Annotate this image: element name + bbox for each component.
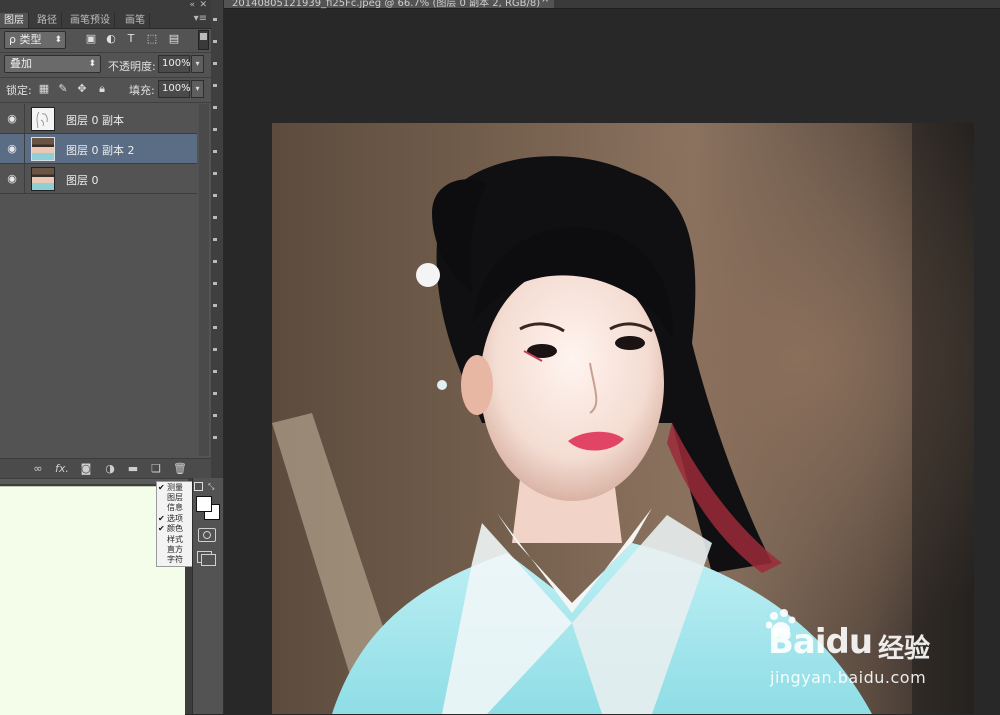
layer-thumbnail <box>31 107 55 131</box>
watermark-url: jingyan.baidu.com <box>770 668 927 687</box>
document-tab-title[interactable]: 20140805121939_fi25Fc.jpeg @ 66.7% (图层 0… <box>232 0 540 9</box>
lock-all-icon[interactable]: 🔒︎ <box>96 83 108 95</box>
menu-item-character[interactable]: 字符 <box>167 554 194 565</box>
paw-icon <box>766 609 796 638</box>
lock-move-icon[interactable]: ✥ <box>76 83 88 95</box>
layers-scrollbar[interactable] <box>199 104 209 456</box>
dropdown-arrow-icon: ⬍ <box>88 59 96 69</box>
fill-slider-toggle[interactable]: ▾ <box>191 80 204 98</box>
blend-mode-select[interactable]: 叠加 ⬍ <box>4 55 101 73</box>
layer-filter-select[interactable]: ρ 类型 ⬍ <box>4 31 66 49</box>
menu-item-color[interactable]: 颜色 <box>167 523 194 534</box>
baidu-watermark: Baidu 经验 jingyan.baidu.com <box>766 608 966 688</box>
adjustment-icon[interactable]: ◑ <box>102 461 118 477</box>
image-icon[interactable]: ▣ <box>84 32 98 46</box>
filter-toggle[interactable] <box>198 30 209 50</box>
link-icon[interactable]: ∞ <box>30 461 46 477</box>
trash-icon[interactable]: 🗑︎ <box>172 461 188 477</box>
mask-icon[interactable]: ◙ <box>78 461 94 477</box>
tab-brush-presets[interactable]: 画笔预设 <box>66 13 115 28</box>
shape-icon[interactable]: ⬚ <box>145 32 159 46</box>
lock-transparent-icon[interactable]: ▦ <box>38 83 50 95</box>
divider <box>0 52 211 53</box>
folder-icon[interactable]: ▬ <box>125 461 141 477</box>
quick-mask-icon[interactable] <box>198 528 216 542</box>
lock-label: 锁定: <box>6 84 32 97</box>
close-icon[interactable]: × <box>541 0 549 5</box>
layer-name[interactable]: 图层 0 <box>66 172 99 188</box>
filter-label: ρ 类型 <box>9 33 42 46</box>
tab-paths[interactable]: 路径 <box>33 13 62 28</box>
blend-mode-value: 叠加 <box>10 57 32 70</box>
dropdown-arrow-icon: ⬍ <box>54 35 62 45</box>
eye-icon[interactable]: ◉ <box>6 113 18 125</box>
fx-button[interactable]: fx. <box>54 461 70 477</box>
new-layer-icon[interactable]: ❏ <box>148 461 164 477</box>
type-icon[interactable]: T <box>124 32 138 46</box>
layer-row-selected[interactable]: ◉ 图层 0 副本 2 <box>0 134 197 164</box>
layer-thumbnail <box>31 167 55 191</box>
tab-brush[interactable]: 画笔 <box>121 13 150 28</box>
fill-input[interactable]: 100% <box>158 80 191 98</box>
screen-mode-icon-back <box>201 554 216 566</box>
check-icon: ✔ <box>158 524 165 533</box>
tab-layers[interactable]: 图层 <box>0 13 29 28</box>
divider <box>0 102 211 103</box>
eye-icon[interactable]: ◉ <box>6 143 18 155</box>
opacity-label: 不透明度: <box>108 60 156 73</box>
collapse-icon[interactable]: « <box>189 0 195 10</box>
layer-row[interactable]: ◉ 图层 0 <box>0 164 197 194</box>
opacity-slider-toggle[interactable]: ▾ <box>191 55 204 73</box>
default-colors-icon[interactable] <box>194 482 203 491</box>
panel-context-menu: ✔ 测量 图层 信息 ✔ 选项 ✔ 颜色 样式 直方 字符 <box>156 481 194 567</box>
opacity-input[interactable]: 100% <box>158 55 191 73</box>
canvas-photo[interactable]: Baidu 经验 jingyan.baidu.com <box>272 123 974 714</box>
layers-bottom-bar: ∞ fx. ◙ ◑ ▬ ❏ 🗑︎ <box>0 458 211 479</box>
watermark-cn: 经验 <box>878 634 931 664</box>
divider <box>0 77 211 78</box>
panel-menu-icon[interactable]: ▾≡ <box>194 13 207 24</box>
layer-name[interactable]: 图层 0 副本 <box>66 112 124 128</box>
menu-item-info[interactable]: 信息 <box>167 502 194 513</box>
panel-dock-strip[interactable] <box>211 0 224 478</box>
layer-name[interactable]: 图层 0 副本 2 <box>66 142 135 158</box>
panel-tab-bar: 图层 路径 画笔预设 画笔 « ✕ ▾≡ <box>0 0 211 29</box>
adjustment-circle-icon[interactable]: ◐ <box>104 32 118 46</box>
layer-row[interactable]: ◉ 图层 0 副本 <box>0 104 197 134</box>
swap-colors-icon[interactable]: ⤡ <box>208 482 214 492</box>
foreground-color-swatch[interactable] <box>196 496 212 512</box>
fill-label: 填充: <box>129 84 155 97</box>
smart-object-icon[interactable]: ▤ <box>167 32 181 46</box>
close-icon[interactable]: ✕ <box>199 0 207 10</box>
check-icon: ✔ <box>158 483 165 492</box>
eye-icon[interactable]: ◉ <box>6 173 18 185</box>
lock-paint-icon[interactable]: ✎ <box>57 83 69 95</box>
layer-thumbnail <box>31 137 55 161</box>
